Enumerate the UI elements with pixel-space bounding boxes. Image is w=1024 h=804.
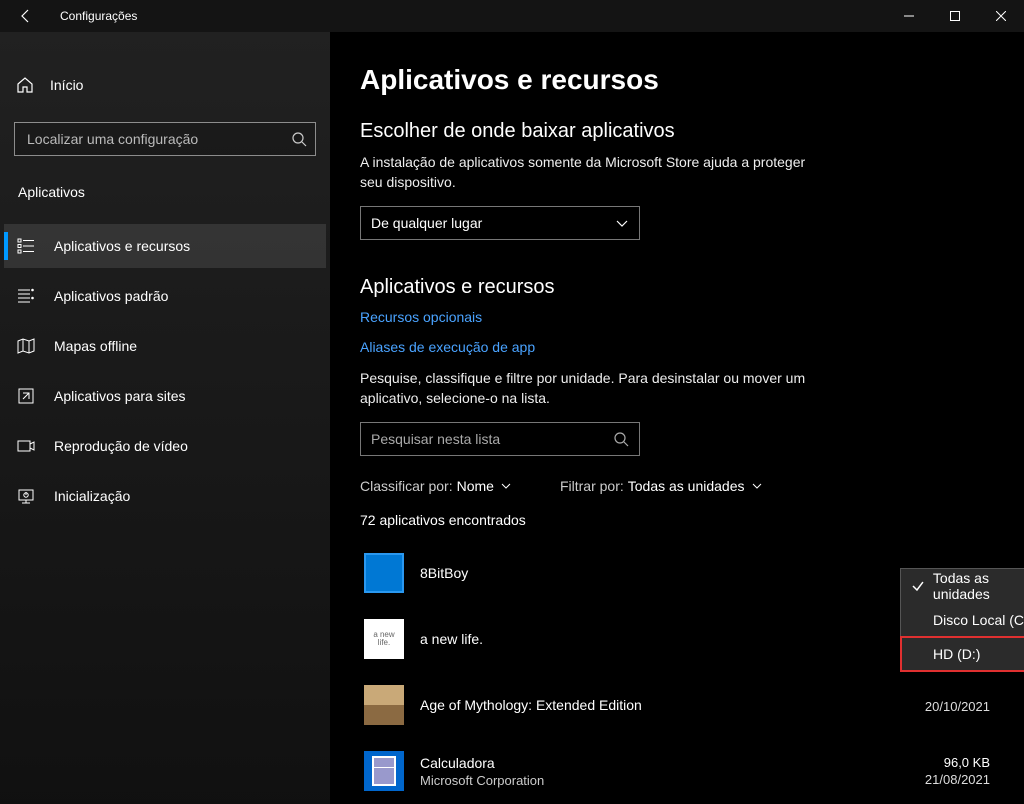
open-with-icon — [16, 386, 36, 406]
app-list-search[interactable] — [360, 422, 640, 456]
chevron-down-icon — [615, 216, 629, 230]
app-row[interactable]: a new life. a new life. 19/10/2021 — [360, 606, 994, 672]
app-icon: a new life. — [364, 619, 404, 659]
nav-startup[interactable]: Inicialização — [4, 474, 326, 518]
filter-value: Todas as unidades — [628, 478, 745, 494]
defaults-icon — [16, 286, 36, 306]
chevron-down-icon — [751, 480, 763, 492]
app-name: Age of Mythology: Extended Edition — [420, 697, 925, 713]
dropdown-label: HD (D:) — [933, 646, 980, 662]
home-label: Início — [50, 77, 83, 93]
back-button[interactable] — [8, 0, 44, 32]
app-date: 20/10/2021 — [925, 699, 990, 714]
dropdown-label: Todas as unidades — [933, 570, 1024, 602]
dropdown-item-d[interactable]: HD (D:) — [901, 637, 1024, 671]
main-content: Aplicativos e recursos Escolher de onde … — [330, 32, 1024, 804]
app-date: 21/08/2021 — [925, 772, 990, 787]
sort-by[interactable]: Classificar por: Nome — [360, 478, 512, 494]
window-title: Configurações — [60, 9, 137, 23]
maximize-button[interactable] — [932, 0, 978, 32]
dropdown-label: Disco Local (C:) — [933, 612, 1024, 628]
filter-dropdown: Todas as unidades Disco Local (C:) HD (D… — [900, 568, 1024, 672]
app-aliases-link[interactable]: Aliases de execução de app — [360, 339, 994, 355]
page-title: Aplicativos e recursos — [360, 64, 994, 96]
select-value: De qualquer lugar — [371, 215, 615, 231]
app-list-search-input[interactable] — [371, 431, 613, 447]
titlebar: Configurações — [0, 0, 1024, 32]
section-desc: A instalação de aplicativos somente da M… — [360, 153, 820, 192]
section-choose-source: Escolher de onde baixar aplicativos — [360, 120, 994, 143]
nav-label: Aplicativos e recursos — [54, 238, 190, 254]
startup-icon — [16, 486, 36, 506]
app-row[interactable]: Calculadora Microsoft Corporation 96,0 K… — [360, 738, 994, 804]
sort-label: Classificar por: — [360, 478, 453, 494]
sidebar: Início Aplicativos Aplicativos e recurso… — [0, 32, 330, 804]
app-icon — [364, 751, 404, 791]
apps-list-icon — [16, 236, 36, 256]
home-icon — [16, 76, 34, 94]
video-icon — [16, 436, 36, 456]
home-nav[interactable]: Início — [4, 66, 326, 104]
nav-label: Aplicativos padrão — [54, 288, 168, 304]
nav-apps-websites[interactable]: Aplicativos para sites — [4, 374, 326, 418]
app-name: Calculadora — [420, 755, 925, 771]
close-button[interactable] — [978, 0, 1024, 32]
app-publisher: Microsoft Corporation — [420, 773, 925, 788]
filter-by[interactable]: Filtrar por: Todas as unidades — [560, 478, 763, 494]
search-icon — [291, 131, 307, 147]
sort-value: Nome — [457, 478, 494, 494]
install-source-select[interactable]: De qualquer lugar — [360, 206, 640, 240]
app-name: 8BitBoy — [420, 565, 932, 581]
check-icon — [911, 579, 925, 593]
app-count: 72 aplicativos encontrados — [360, 512, 994, 528]
app-size: 96,0 KB — [925, 755, 990, 770]
minimize-button[interactable] — [886, 0, 932, 32]
nav-label: Mapas offline — [54, 338, 137, 354]
nav-video-playback[interactable]: Reprodução de vídeo — [4, 424, 326, 468]
nav-label: Reprodução de vídeo — [54, 438, 188, 454]
optional-features-link[interactable]: Recursos opcionais — [360, 309, 994, 325]
nav-label: Aplicativos para sites — [54, 388, 186, 404]
app-list: 8BitBoy 0/10/2021 a new life. a new life… — [360, 540, 994, 804]
app-name: a new life. — [420, 631, 925, 647]
dropdown-item-all[interactable]: Todas as unidades — [901, 569, 1024, 603]
filter-label: Filtrar por: — [560, 478, 624, 494]
chevron-down-icon — [500, 480, 512, 492]
nav-offline-maps[interactable]: Mapas offline — [4, 324, 326, 368]
settings-search[interactable] — [14, 122, 316, 156]
section-label: Aplicativos — [4, 174, 326, 216]
nav-apps-features[interactable]: Aplicativos e recursos — [4, 224, 326, 268]
nav-default-apps[interactable]: Aplicativos padrão — [4, 274, 326, 318]
app-icon — [364, 553, 404, 593]
app-row[interactable]: 8BitBoy 0/10/2021 — [360, 540, 994, 606]
search-icon — [613, 431, 629, 447]
nav-label: Inicialização — [54, 488, 130, 504]
dropdown-item-c[interactable]: Disco Local (C:) — [901, 603, 1024, 637]
section-apps-features: Aplicativos e recursos — [360, 276, 994, 299]
app-row[interactable]: Age of Mythology: Extended Edition 20/10… — [360, 672, 994, 738]
app-icon — [364, 685, 404, 725]
settings-search-input[interactable] — [27, 131, 291, 147]
map-icon — [16, 336, 36, 356]
list-desc: Pesquise, classifique e filtre por unida… — [360, 369, 820, 408]
